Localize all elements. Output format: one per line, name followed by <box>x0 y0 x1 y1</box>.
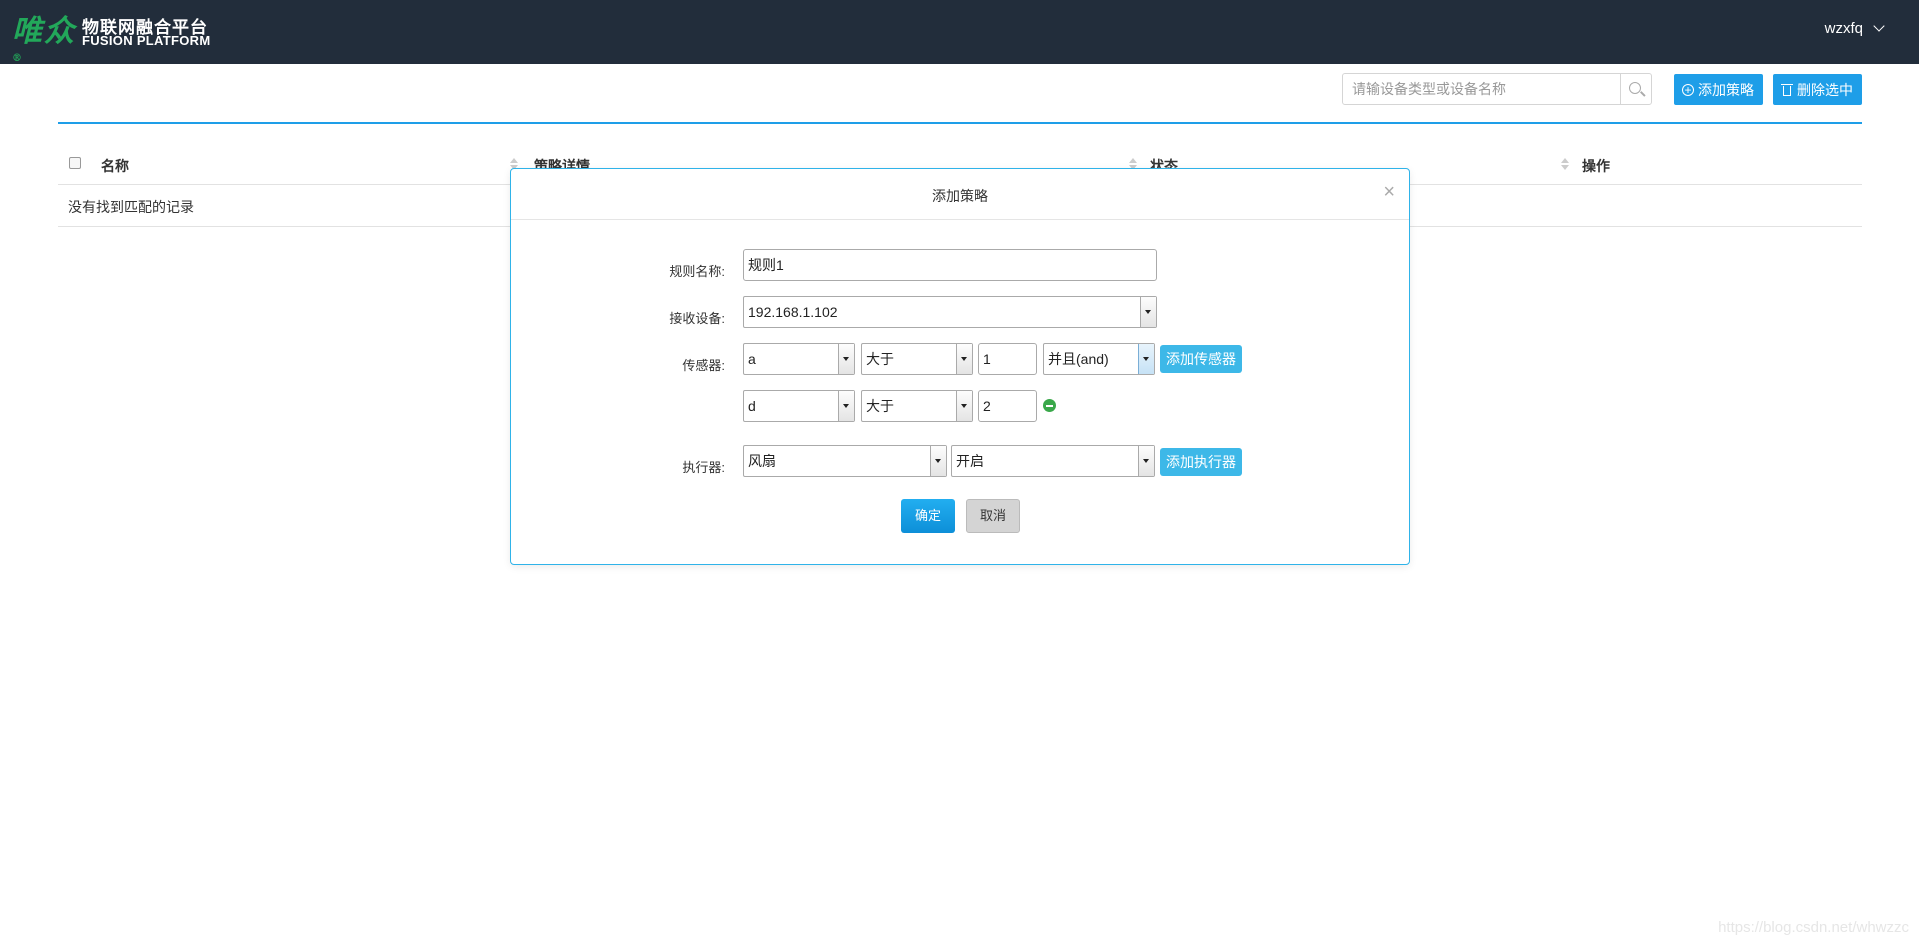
column-header-name[interactable]: 名称 <box>101 156 129 176</box>
search-icon <box>1629 82 1641 94</box>
actuator-device-select[interactable]: 风扇 <box>743 445 947 477</box>
dropdown-arrow-icon <box>1140 297 1156 327</box>
toolbar-divider <box>58 122 1862 124</box>
top-bar: 唯众® 物联网融合平台 FUSION PLATFORM wzxfq <box>0 0 1919 64</box>
search-box <box>1342 73 1652 105</box>
threshold-input[interactable]: 1 <box>978 343 1037 375</box>
user-menu[interactable]: wzxfq <box>1824 20 1885 37</box>
operator-select-value: 大于 <box>866 351 894 367</box>
plus-circle-icon: + <box>1682 83 1694 96</box>
confirm-button[interactable]: 确定 <box>901 499 955 533</box>
receiver-label: 接收设备: <box>669 311 725 326</box>
actuator-state-select[interactable]: 开启 <box>951 445 1155 477</box>
column-header-actions: 操作 <box>1582 158 1610 174</box>
search-icon-handle <box>1640 91 1646 97</box>
threshold-input[interactable]: 2 <box>978 390 1037 422</box>
sensor-select-value: d <box>748 398 756 414</box>
add-strategy-label: 添加策略 <box>1698 81 1754 98</box>
receiver-select-value: 192.168.1.102 <box>748 304 838 320</box>
dropdown-arrow-icon <box>930 446 946 476</box>
actuator-device-value: 风扇 <box>748 453 776 469</box>
dropdown-arrow-icon <box>1138 344 1154 374</box>
search-input[interactable] <box>1343 74 1620 104</box>
user-name: wzxfq <box>1824 20 1863 37</box>
dropdown-arrow-icon <box>956 344 972 374</box>
dropdown-arrow-icon <box>838 344 854 374</box>
dropdown-arrow-icon <box>956 391 972 421</box>
logo-title-en: FUSION PLATFORM <box>82 33 211 48</box>
sensor-label: 传感器: <box>682 358 725 373</box>
trash-icon <box>1781 83 1793 97</box>
delete-selected-label: 删除选中 <box>1797 81 1853 98</box>
sensor-select[interactable]: a <box>743 343 855 375</box>
add-strategy-modal: 添加策略 × 规则名称: 规则1 接收设备: 192.168.1.102 传感器… <box>510 168 1410 565</box>
actuator-label: 执行器: <box>682 460 725 475</box>
add-actuator-button[interactable]: 添加执行器 <box>1160 448 1242 476</box>
receiver-select[interactable]: 192.168.1.102 <box>743 296 1157 328</box>
modal-header: 添加策略 × <box>511 169 1409 220</box>
actuator-state-value: 开启 <box>956 453 984 469</box>
select-all-checkbox[interactable] <box>69 157 81 169</box>
operator-select[interactable]: 大于 <box>861 343 973 375</box>
add-strategy-button[interactable]: + 添加策略 <box>1674 74 1763 105</box>
empty-message: 没有找到匹配的记录 <box>68 199 194 215</box>
logic-select-value: 并且(and) <box>1048 351 1109 367</box>
modal-title: 添加策略 <box>932 188 988 204</box>
add-sensor-button[interactable]: 添加传感器 <box>1160 345 1242 373</box>
dropdown-arrow-icon <box>838 391 854 421</box>
operator-select[interactable]: 大于 <box>861 390 973 422</box>
sensor-select[interactable]: d <box>743 390 855 422</box>
rule-name-input[interactable]: 规则1 <box>743 249 1157 281</box>
search-button[interactable] <box>1620 74 1651 104</box>
sensor-select-value: a <box>748 351 756 367</box>
rule-name-label: 规则名称: <box>669 264 725 279</box>
logo-mark: 唯众® <box>12 14 76 64</box>
remove-sensor-icon[interactable] <box>1043 399 1056 412</box>
cancel-button[interactable]: 取消 <box>966 499 1020 533</box>
watermark: https://blog.csdn.net/whwzzc <box>1718 919 1909 936</box>
operator-select-value: 大于 <box>866 398 894 414</box>
close-icon[interactable]: × <box>1383 182 1395 202</box>
logic-select[interactable]: 并且(and) <box>1043 343 1155 375</box>
delete-selected-button[interactable]: 删除选中 <box>1773 74 1862 105</box>
dropdown-arrow-icon <box>1138 446 1154 476</box>
sort-icon[interactable] <box>1561 158 1569 170</box>
chevron-down-icon <box>1873 20 1885 32</box>
